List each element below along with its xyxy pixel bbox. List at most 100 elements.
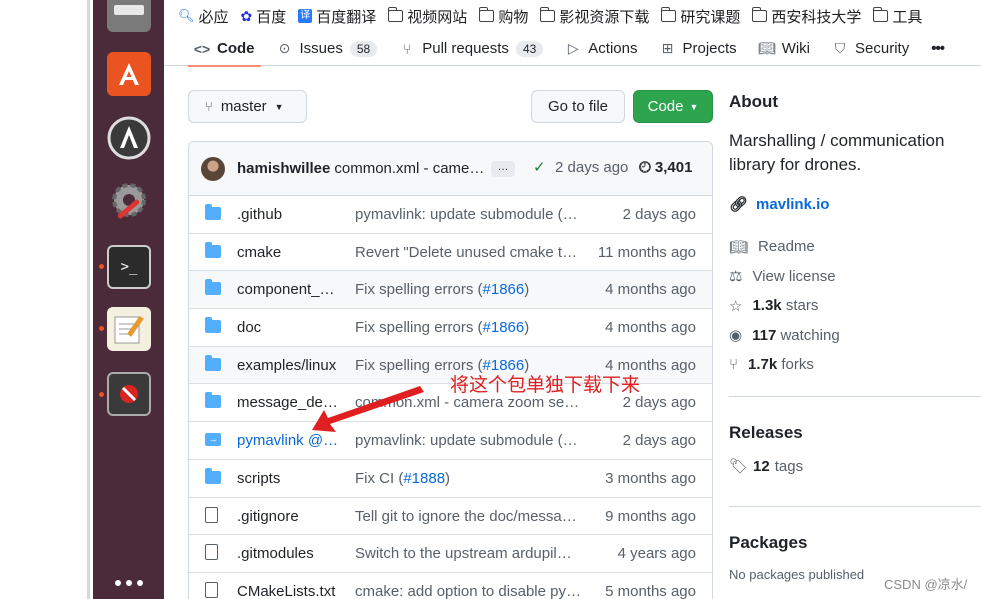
commit-message-link[interactable]: Tell git to ignore the doc/messa… [355, 508, 581, 525]
commit-time[interactable]: 2 days ago [555, 159, 628, 176]
commit-message-link[interactable]: pymavlink: update submodule (… [355, 206, 581, 223]
bookmark-folder-video[interactable]: 视频网站 [387, 6, 467, 27]
license-link[interactable]: ⚖ View license [729, 262, 981, 292]
commit-expand-button[interactable]: … [491, 161, 515, 177]
commit-author[interactable]: hamishwillee [237, 160, 330, 177]
table-row[interactable]: component_… Fix spelling errors (#1866) 4 … [189, 271, 712, 310]
tab-pull-requests[interactable]: ⑂ Pull requests 43 [399, 32, 544, 66]
files-app-icon[interactable] [107, 0, 151, 32]
folder-icon [478, 7, 495, 22]
commit-age[interactable]: 2 days ago [623, 206, 696, 223]
commit-age[interactable]: 5 months ago [605, 583, 696, 599]
table-row[interactable]: doc Fix spelling errors (#1866) 4 months a… [189, 309, 712, 347]
annotation-label: 将这个包单独下载下来 [450, 375, 641, 396]
releases-title[interactable]: Releases [729, 423, 803, 443]
divider [729, 396, 981, 397]
folder-icon [205, 317, 221, 334]
bookmark-folder-tools[interactable]: 工具 [872, 6, 922, 27]
bookmark-folder-university[interactable]: 西安科技大学 [751, 6, 861, 27]
running-indicator [99, 326, 104, 331]
table-row[interactable]: → pymavlink @… pymavlink: update submodule… [189, 422, 712, 460]
tab-projects[interactable]: ⊞ Projects [660, 32, 737, 66]
commit-age[interactable]: 9 months ago [605, 508, 696, 525]
commit-message-link[interactable]: Fix CI (#1888) [355, 470, 581, 487]
table-row[interactable]: .github pymavlink: update submodule (… 2 d… [189, 196, 712, 234]
settings-icon[interactable] [107, 178, 151, 222]
software-updater-icon[interactable] [107, 116, 151, 160]
avatar[interactable] [201, 156, 225, 181]
check-icon[interactable]: ✓ [533, 158, 546, 176]
commit-message-link[interactable]: Fix spelling errors (#1866) [355, 319, 581, 336]
tab-more[interactable]: ••• [931, 32, 945, 66]
commit-message-link[interactable]: Revert "Delete unused cmake tr… [355, 244, 581, 261]
blocked-app-icon[interactable] [107, 372, 151, 416]
table-row[interactable]: cmake Revert "Delete unused cmake tr… 11 m… [189, 234, 712, 272]
commit-history-link[interactable]: 🕘︎ 3,401 [639, 159, 692, 176]
commit-age[interactable]: 4 months ago [605, 319, 696, 336]
file-name-link[interactable]: component_… [237, 281, 339, 298]
file-name-link[interactable]: CMakeLists.txt [237, 583, 339, 599]
pr-link[interactable]: #1888 [403, 470, 445, 487]
bookmark-folder-downloads[interactable]: 影视资源下载 [539, 6, 649, 27]
tab-code[interactable]: <> Code [188, 32, 260, 67]
commit-age[interactable]: 3 months ago [605, 470, 696, 487]
scale-icon: ⚖ [729, 268, 743, 286]
commit-message-link[interactable]: Fix spelling errors (#1866) [355, 281, 581, 298]
commit-age[interactable]: 2 days ago [623, 432, 696, 449]
commit-message-link[interactable]: Switch to the upstream ardupil… [355, 545, 581, 562]
bookmark-folder-research[interactable]: 研究课题 [660, 6, 740, 27]
fork-icon: ⑂ [729, 356, 739, 374]
file-name-link[interactable]: .gitmodules [237, 545, 339, 562]
caret-down-icon: ▼ [274, 101, 284, 112]
branch-selector[interactable]: ⑂ master ▼ [188, 90, 307, 123]
file-name-link[interactable]: cmake [237, 244, 339, 261]
file-icon [205, 506, 218, 525]
repo-description: Marshalling / communication library for … [729, 131, 945, 174]
show-applications-icon[interactable] [115, 580, 143, 586]
commit-message-link[interactable]: cmake: add option to disable py… [355, 583, 581, 599]
packages-title[interactable]: Packages [729, 533, 864, 553]
bookmark-baidu[interactable]: ✿ 百度 [241, 6, 287, 27]
file-name-link[interactable]: .gitignore [237, 508, 339, 525]
commit-age[interactable]: 11 months ago [598, 244, 696, 261]
bookmark-bing[interactable]: 🔍︎ 必应 [178, 6, 229, 27]
code-dropdown-button[interactable]: Code ▼ [633, 90, 713, 123]
tab-security[interactable]: ⛉ Security [832, 32, 909, 66]
forks-link[interactable]: ⑂ 1.7k forks [729, 350, 981, 380]
tags-link[interactable]: 🏷︎ 12 tags [729, 457, 803, 476]
caret-down-icon: ▼ [689, 101, 699, 112]
bookmark-baidu-translate[interactable]: 译百度翻译 [298, 6, 376, 27]
file-name-link[interactable]: .github [237, 206, 339, 223]
ubuntu-dock: >_ [93, 0, 164, 599]
running-indicator [99, 392, 104, 397]
code-icon: <> [193, 40, 211, 57]
table-row[interactable]: CMakeLists.txt cmake: add option to disab… [189, 573, 712, 599]
tag-icon: 🏷︎ [729, 458, 749, 475]
bookmark-folder-shopping[interactable]: 购物 [478, 6, 528, 27]
table-row[interactable]: .gitmodules Switch to the upstream ardupi… [189, 535, 712, 573]
readme-link[interactable]: 📖︎ Readme [729, 232, 981, 262]
commit-age[interactable]: 4 years ago [618, 545, 696, 562]
software-center-icon[interactable] [107, 52, 151, 96]
stars-link[interactable]: ☆ 1.3k stars [729, 291, 981, 321]
kebab-icon: ••• [931, 40, 945, 57]
file-name-link[interactable]: scripts [237, 470, 339, 487]
annotation-arrow-icon [312, 386, 424, 432]
shield-icon: ⛉ [834, 40, 846, 56]
table-row[interactable]: scripts Fix CI (#1888) 3 months ago [189, 460, 712, 498]
tab-wiki[interactable]: 📖︎ Wiki [758, 32, 810, 66]
commit-age[interactable]: 4 months ago [605, 281, 696, 298]
file-name-link[interactable]: examples/linux [237, 357, 339, 374]
tab-actions[interactable]: ▷ Actions [565, 32, 638, 66]
pr-link[interactable]: #1866 [483, 281, 525, 298]
terminal-icon[interactable]: >_ [107, 245, 151, 289]
commit-message[interactable]: common.xml - came… [334, 160, 484, 177]
file-name-link[interactable]: doc [237, 319, 339, 336]
watching-link[interactable]: ◉ 117 watching [729, 321, 981, 351]
table-row[interactable]: .gitignore Tell git to ignore the doc/mes… [189, 498, 712, 536]
text-editor-icon[interactable] [107, 307, 151, 351]
go-to-file-button[interactable]: Go to file [531, 90, 625, 123]
tab-issues[interactable]: ⊙ Issues 58 [277, 32, 378, 66]
pr-link[interactable]: #1866 [483, 319, 525, 336]
website-link[interactable]: 🔗︎ mavlink.io [729, 195, 981, 214]
